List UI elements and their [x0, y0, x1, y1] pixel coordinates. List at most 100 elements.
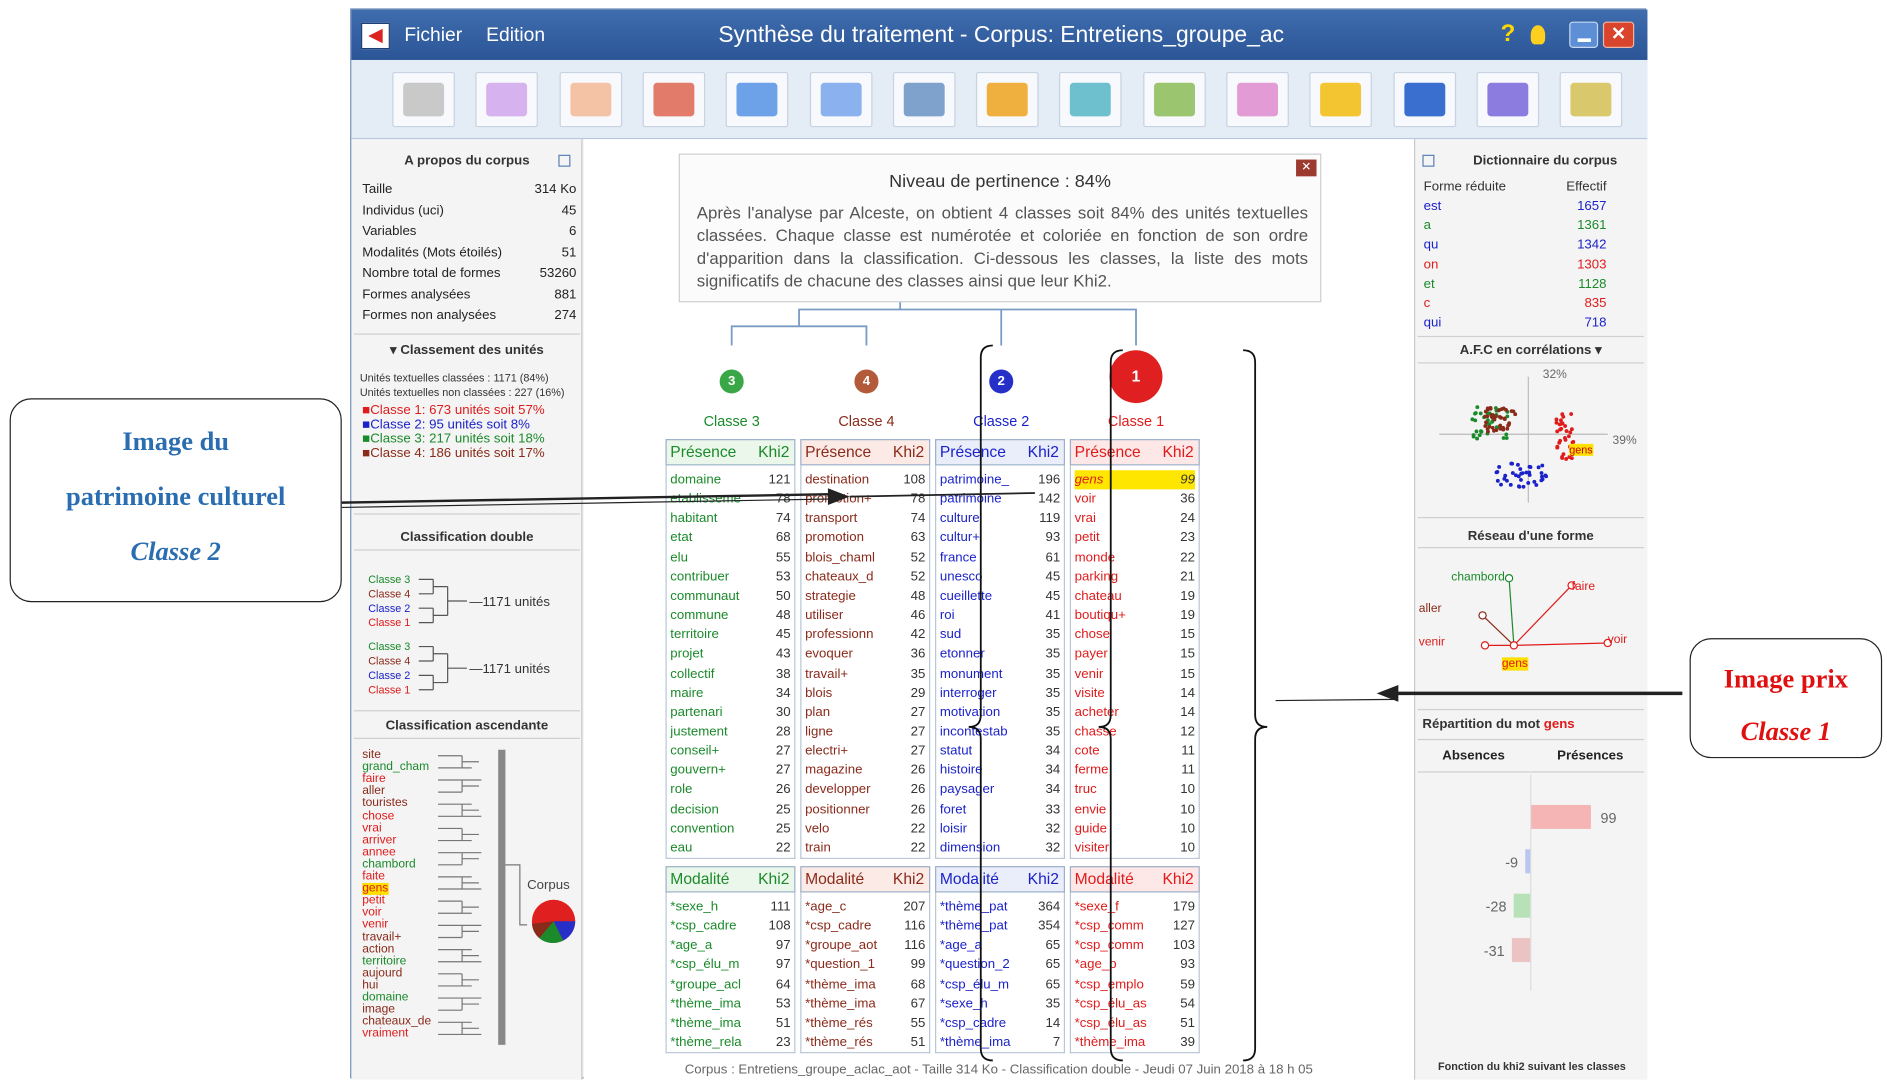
afc-point	[1539, 471, 1544, 475]
presences-tab[interactable]: Présences	[1532, 749, 1649, 763]
minimize-button[interactable]	[1569, 21, 1599, 48]
left-panel: A propos du corpus Taille 314 Ko Individus…	[351, 139, 583, 1080]
dict-row[interactable]: on 1303	[1424, 257, 1607, 273]
menu-edition[interactable]: Edition	[486, 25, 545, 47]
afc-point	[1494, 428, 1499, 433]
toolbar-button-atom[interactable]	[976, 71, 1039, 128]
lightbulb-icon[interactable]	[1530, 25, 1546, 45]
right-panel: Dictionnaire du corpus Forme réduite Effe…	[1413, 139, 1649, 1080]
toolbar-button-chart[interactable]	[1393, 71, 1456, 128]
asc-branch	[505, 864, 528, 926]
class-line: ■Classe 3: 217 unités soit 18%	[362, 431, 545, 447]
text-list-icon	[736, 82, 778, 117]
help-icon[interactable]: ?	[1501, 20, 1516, 48]
app-logo-icon[interactable]	[361, 22, 390, 50]
bar-classe-4	[1511, 938, 1531, 963]
about-value: 6	[569, 224, 577, 239]
toolbar-button-table[interactable]	[392, 71, 455, 128]
toolbar-button-books[interactable]	[1476, 71, 1540, 128]
toolbar-button-word-cloud[interactable]	[559, 71, 622, 128]
word-cloud-icon	[569, 82, 611, 117]
toolbar-button-people[interactable]	[642, 71, 706, 128]
network-word: aller	[1418, 602, 1442, 616]
close-button[interactable]: ✕	[1602, 21, 1635, 48]
afc-point	[1508, 482, 1513, 487]
class-line: ■Classe 4: 186 unités soit 17%	[362, 446, 545, 461]
afc-point	[1564, 429, 1569, 434]
afc-point	[1532, 479, 1537, 484]
title-bar: Fichier Edition Synthèse du traitement -…	[351, 9, 1648, 60]
afc-point	[1558, 438, 1563, 443]
asc-bar	[498, 749, 506, 1045]
toolbar-button-flow[interactable]	[809, 71, 872, 128]
afc-point	[1485, 414, 1490, 419]
afc-point	[1474, 429, 1479, 434]
about-title: A propos du corpus	[404, 153, 530, 168]
notebook-icon	[1570, 82, 1612, 117]
toolbar-button-matrix[interactable]	[475, 71, 539, 128]
dict-row[interactable]: a 1361	[1424, 219, 1607, 235]
matrix-icon	[486, 82, 528, 117]
afc-point	[1564, 457, 1569, 461]
network-node	[1478, 611, 1487, 620]
double-label: Classe 4	[368, 656, 410, 668]
dict-row[interactable]: est 1657	[1424, 199, 1607, 215]
toolbar-button-text-list[interactable]	[725, 71, 789, 128]
afc-point	[1502, 417, 1507, 422]
afc-point	[1471, 434, 1476, 439]
dict-count: 1128	[1578, 276, 1607, 292]
dict-count: 1657	[1577, 199, 1607, 214]
dict-header: Forme réduite Effectif	[1424, 180, 1607, 196]
double-label: Classe 2	[368, 670, 410, 682]
ranking-title[interactable]: ▾ Classement des unités	[351, 342, 582, 357]
afc-point	[1473, 411, 1478, 415]
callout-line-2: patrimoine culturel	[65, 481, 286, 512]
afc-point	[1479, 429, 1483, 434]
toolbar-button-tree[interactable]	[892, 71, 956, 128]
expand-icon[interactable]	[558, 154, 571, 167]
dict-word: qu	[1423, 237, 1439, 253]
dict-row[interactable]: qui 718	[1424, 316, 1607, 332]
double-label: Classe 1	[368, 684, 410, 696]
repart-prefix: Répartition du mot	[1422, 717, 1541, 732]
dendro-branch	[432, 579, 467, 623]
bar-label: -28	[1486, 900, 1507, 916]
afc-point	[1510, 471, 1515, 475]
dict-count: 1342	[1577, 237, 1607, 253]
afc-point	[1518, 467, 1523, 471]
toolbar-button-network[interactable]	[1059, 71, 1123, 128]
bar-classe-2	[1525, 849, 1531, 874]
dict-count: 718	[1584, 315, 1607, 331]
dict-word: a	[1423, 218, 1431, 233]
about-value: 881	[554, 287, 577, 302]
about-label: Modalités (Mots étoilés)	[362, 245, 503, 260]
about-label: Taille	[362, 182, 393, 197]
afc-point	[1534, 483, 1539, 487]
dict-word: on	[1423, 257, 1439, 272]
toolbar-button-person[interactable]	[1309, 71, 1373, 128]
repart-word: gens	[1543, 717, 1575, 732]
dict-row[interactable]: c 835	[1424, 296, 1607, 312]
dict-row[interactable]: qu 1342	[1424, 238, 1607, 254]
network-edge	[1513, 584, 1573, 646]
double-units: —1171 unités	[469, 594, 550, 609]
table-icon	[403, 82, 445, 117]
asc-branch	[461, 973, 479, 986]
dict-row[interactable]: et 1128	[1424, 277, 1607, 293]
about-label: Individus (uci)	[362, 203, 444, 218]
toolbar-button-scatter[interactable]	[1142, 71, 1206, 128]
afc-point	[1543, 473, 1548, 478]
callout-line-1: Image prix	[1723, 663, 1848, 694]
absences-tab[interactable]: Absences	[1415, 749, 1532, 763]
menu-fichier[interactable]: Fichier	[404, 25, 462, 47]
afc-point	[1499, 482, 1503, 487]
toolbar-button-map[interactable]	[1226, 71, 1289, 128]
asc-branch	[461, 901, 479, 914]
afc-title[interactable]: A.F.C en corrélations ▾	[1415, 342, 1646, 358]
about-row: Modalités (Mots étoilés) 51	[362, 245, 576, 259]
dict-count: 1303	[1577, 257, 1607, 272]
afc-point	[1559, 426, 1564, 431]
toolbar-button-notebook[interactable]	[1559, 71, 1623, 128]
bars-caption: Fonction du khi2 suivant les classes	[1438, 1060, 1626, 1073]
afc-title-text: A.F.C en corrélations	[1459, 343, 1592, 358]
